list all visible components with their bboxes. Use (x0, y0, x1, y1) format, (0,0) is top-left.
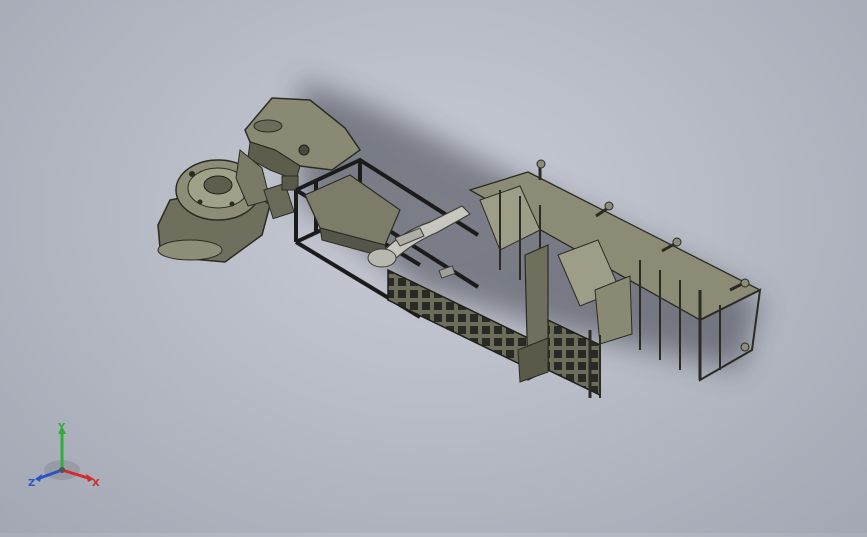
robot-wrist (263, 175, 299, 220)
coordinate-triad: Y X Z (22, 420, 112, 495)
z-axis-label: Z (28, 478, 35, 489)
triad-origin (59, 467, 65, 473)
x-axis-label: X (92, 478, 100, 489)
z-axis-arrowhead (35, 474, 42, 482)
cad-3d-viewport[interactable] (0, 0, 867, 533)
assembly-model (157, 80, 762, 398)
y-axis-label: Y (57, 422, 66, 433)
